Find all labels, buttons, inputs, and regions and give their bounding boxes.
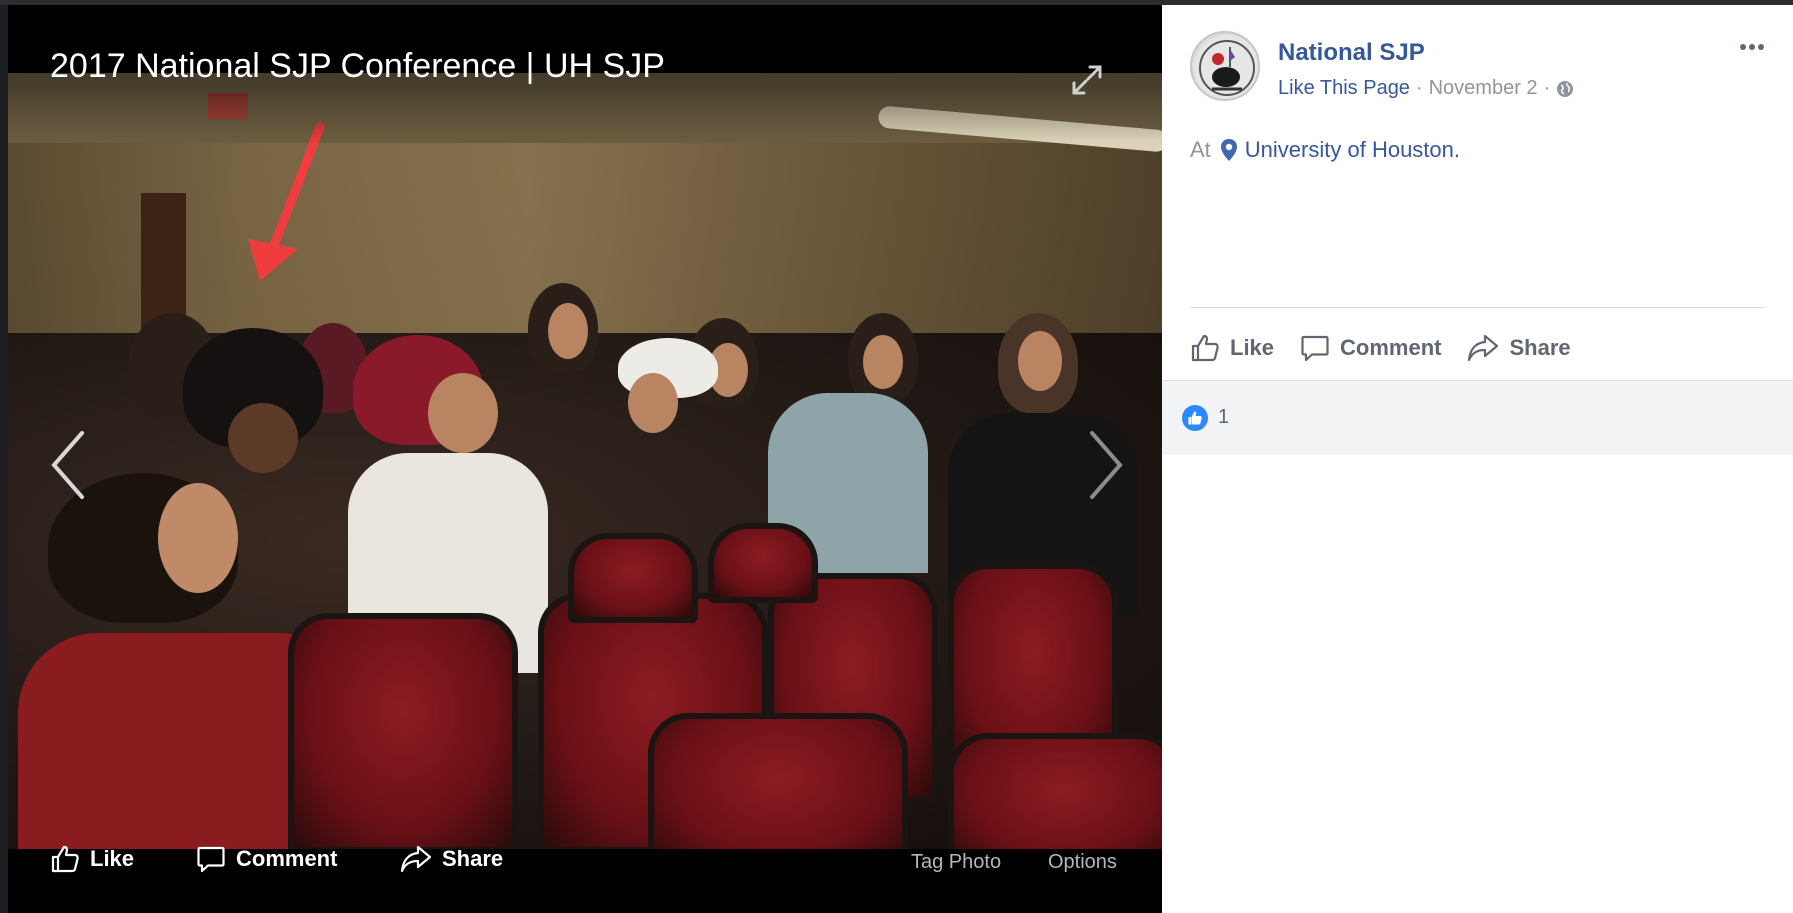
photo-chair (288, 613, 518, 849)
like-label: Like (1230, 335, 1275, 360)
post-actions: Like Comment Share (1190, 323, 1597, 373)
options-link[interactable]: Options (1048, 851, 1117, 874)
thumbs-up-icon (1191, 334, 1219, 362)
meta-separator: · (1543, 77, 1551, 99)
chevron-left-icon[interactable] (46, 425, 92, 505)
photo-theater: 2017 National SJP Conference | UH SJP Li… (0, 0, 1793, 913)
photo-chair (568, 533, 698, 623)
share-icon (400, 845, 432, 873)
photo-comment-label: Comment (236, 846, 338, 871)
photo-share-button[interactable]: Share (400, 839, 503, 879)
conference-photo[interactable] (8, 73, 1162, 849)
like-reaction-icon[interactable] (1182, 405, 1208, 431)
post-panel: National SJP Like This Page · November 2… (1162, 5, 1793, 913)
location-link[interactable]: University of Houston. (1245, 137, 1460, 163)
thumbs-up-icon (1188, 411, 1202, 425)
page-name-link[interactable]: National SJP (1278, 39, 1425, 67)
expand-icon[interactable] (1068, 61, 1106, 99)
divider (1190, 307, 1765, 308)
location-prefix: At (1190, 137, 1211, 162)
post-meta: Like This Page · November 2 · (1278, 77, 1574, 100)
photo-like-button[interactable]: Like (50, 839, 134, 879)
photo-face (158, 483, 238, 593)
more-icon[interactable] (1732, 33, 1772, 61)
comment-label: Comment (1340, 335, 1442, 360)
meta-separator: · (1415, 77, 1423, 99)
photo-chair (708, 523, 818, 603)
avatar[interactable] (1190, 31, 1260, 101)
photo-face (628, 373, 678, 433)
annotation-arrow (248, 122, 325, 281)
photo-chair (948, 733, 1162, 849)
photo-share-label: Share (442, 846, 504, 871)
photo-face (428, 373, 498, 453)
share-label: Share (1509, 335, 1571, 360)
page-logo-icon (1194, 35, 1258, 99)
reaction-count[interactable]: 1 (1218, 406, 1229, 429)
tag-photo-link[interactable]: Tag Photo (911, 851, 1001, 874)
photo-like-label: Like (90, 846, 135, 871)
photo-face (1018, 331, 1062, 391)
photo-title: 2017 National SJP Conference | UH SJP (50, 47, 665, 85)
photo-face (548, 303, 588, 359)
photo-face (863, 335, 903, 389)
post-date[interactable]: November 2 (1429, 77, 1538, 100)
photo-viewer: 2017 National SJP Conference | UH SJP Li… (8, 5, 1162, 913)
chevron-right-icon[interactable] (1082, 425, 1128, 505)
photo-face (228, 403, 298, 473)
comment-icon (197, 846, 225, 873)
share-icon (1468, 334, 1499, 362)
comment-button[interactable]: Comment (1300, 333, 1441, 363)
share-button[interactable]: Share (1467, 333, 1571, 363)
thumbs-up-icon (51, 845, 79, 873)
photo-chair (648, 713, 908, 849)
like-page-link[interactable]: Like This Page (1278, 77, 1410, 100)
photo-comment-button[interactable]: Comment (196, 839, 337, 879)
comment-icon (1301, 335, 1329, 362)
like-button[interactable]: Like (1190, 333, 1274, 363)
post-location: At University of Houston. (1190, 137, 1460, 163)
map-pin-icon (1220, 139, 1237, 161)
globe-icon (1557, 80, 1574, 97)
reactions-bar: 1 (1162, 380, 1793, 455)
